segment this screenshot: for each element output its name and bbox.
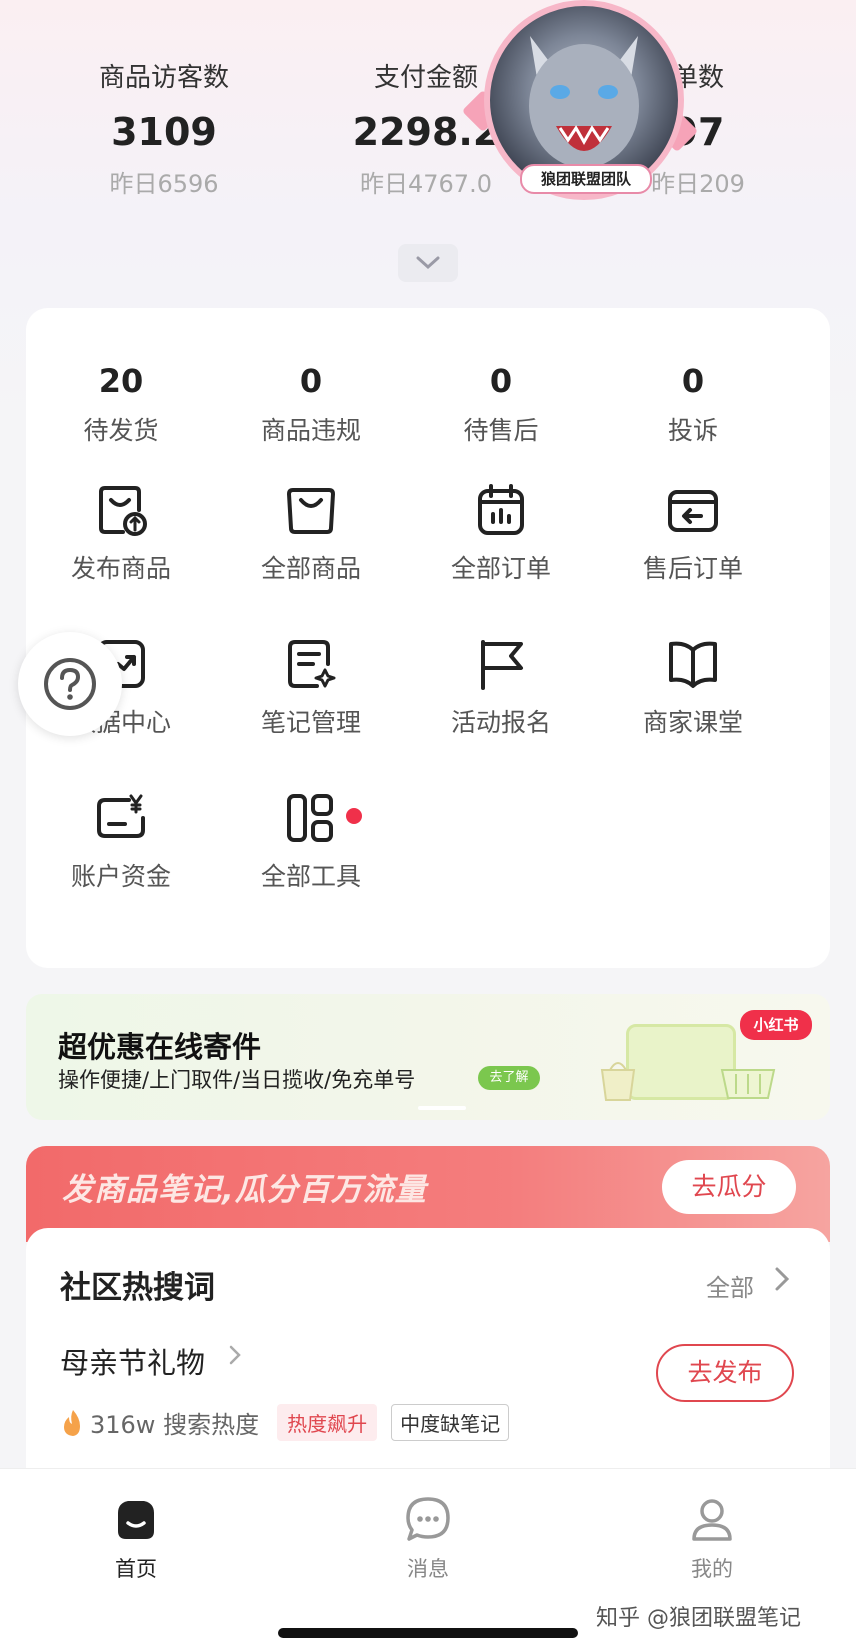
counter-value: 0 <box>681 362 705 400</box>
promo-text: 发商品笔记,瓜分百万流量 <box>62 1172 427 1208</box>
tool-label: 全部订单 <box>450 554 551 583</box>
counter-violations[interactable]: 0 商品违规 <box>216 362 406 448</box>
section-title: 社区热搜词 <box>60 1270 215 1306</box>
wallet-yen-icon <box>97 794 145 838</box>
counter-label: 商品违规 <box>260 416 361 445</box>
stat-prev: 昨日4767.0 <box>360 170 492 198</box>
shipping-ad-banner[interactable]: 超优惠在线寄件 操作便捷/上门取件/当日揽收/免充单号 去了解 小红书 <box>26 994 830 1120</box>
tool-all-tools[interactable]: 全部工具 <box>216 788 406 894</box>
publish-button[interactable]: 去发布 <box>656 1344 794 1402</box>
after-sales-icon <box>668 490 718 532</box>
tool-event-signup[interactable]: 活动报名 <box>406 634 596 740</box>
chevron-right-icon <box>229 1345 241 1365</box>
chevron-right-icon[interactable] <box>774 1266 790 1292</box>
watermark-text: 知乎 @狼团联盟笔记 <box>596 1606 801 1631</box>
counter-label: 待发货 <box>83 416 159 445</box>
message-icon <box>406 1497 450 1541</box>
all-tools-icon <box>287 794 333 842</box>
tool-after-sales-orders[interactable]: 售后订单 <box>598 480 788 586</box>
counter-value: 20 <box>98 362 144 400</box>
tool-publish-product[interactable]: 发布商品 <box>26 480 216 586</box>
counter-label: 待售后 <box>463 416 539 445</box>
counter-pending-shipment[interactable]: 20 待发货 <box>26 362 216 448</box>
bag-illustration <box>600 1062 636 1101</box>
note-gap-tag: 中度缺笔记 <box>391 1404 510 1441</box>
tab-home[interactable]: 首页 <box>66 1495 206 1583</box>
stats-header: 商品访客数 3109 昨日6596 支付金额 2298.2 昨日4767.0 单… <box>0 60 856 230</box>
tool-note-management[interactable]: 笔记管理 <box>216 634 406 740</box>
tab-label: 消息 <box>407 1557 449 1581</box>
tool-merchant-class[interactable]: 商家课堂 <box>598 634 788 740</box>
expand-stats-button[interactable] <box>398 244 458 282</box>
tool-label: 账户资金 <box>70 862 171 891</box>
tab-messages[interactable]: 消息 <box>358 1495 498 1583</box>
tool-label: 全部商品 <box>260 554 361 583</box>
fire-icon <box>64 1409 80 1436</box>
counter-label: 投诉 <box>667 416 718 445</box>
home-indicator <box>278 1628 578 1638</box>
tool-label: 售后订单 <box>642 554 743 583</box>
tool-label: 活动报名 <box>450 708 551 737</box>
home-icon <box>118 1501 154 1539</box>
banner-title: 超优惠在线寄件 <box>58 1030 262 1064</box>
chevron-down-icon <box>416 256 440 270</box>
promo-join-button[interactable]: 去瓜分 <box>662 1160 796 1214</box>
hot-search-section: 社区热搜词 全部 母亲节礼物 316w 搜索热度 热度飙升 中度缺笔记 去发布 <box>26 1228 830 1468</box>
shopping-bag-icon <box>287 488 335 534</box>
keyword-meta: 316w 搜索热度 热度飙升 中度缺笔记 <box>60 1404 510 1441</box>
carousel-indicator <box>418 1106 466 1110</box>
search-heat: 316w 搜索热度 <box>90 1411 260 1439</box>
stat-label: 商品访客数 <box>98 63 229 93</box>
basket-illustration <box>720 1069 776 1099</box>
question-icon <box>44 658 96 710</box>
flag-icon <box>481 640 523 690</box>
view-all-link[interactable]: 全部 <box>706 1268 754 1303</box>
stat-prev: 昨日6596 <box>109 170 219 198</box>
stat-value: 3109 <box>111 110 217 154</box>
publish-product-icon <box>99 486 147 536</box>
tab-profile[interactable]: 我的 <box>642 1495 782 1583</box>
note-edit-icon <box>288 640 336 688</box>
tool-label: 笔记管理 <box>260 708 361 737</box>
tool-label: 发布商品 <box>70 554 171 583</box>
banner-subtitle: 操作便捷/上门取件/当日揽收/免充单号 <box>58 1068 416 1092</box>
counter-value: 0 <box>489 362 513 400</box>
book-icon <box>669 641 717 688</box>
hot-keyword[interactable]: 母亲节礼物 <box>60 1340 205 1382</box>
stat-visitors[interactable]: 商品访客数 3109 昨日6596 <box>44 60 284 200</box>
new-badge-dot <box>346 808 362 824</box>
tab-label: 我的 <box>691 1557 733 1581</box>
counter-complaints[interactable]: 0 投诉 <box>598 362 788 448</box>
counter-value: 0 <box>299 362 323 400</box>
tool-all-orders[interactable]: 全部订单 <box>406 480 596 586</box>
tool-account-funds[interactable]: 账户资金 <box>26 788 216 894</box>
help-float-button[interactable] <box>18 632 122 736</box>
banner-learn-more-button[interactable]: 去了解 <box>478 1066 540 1090</box>
orders-calendar-icon <box>478 484 524 535</box>
xiaohongshu-brand-badge: 小红书 <box>740 1010 812 1040</box>
tool-all-products[interactable]: 全部商品 <box>216 480 406 586</box>
profile-icon <box>692 1499 732 1541</box>
avatar-caption: 狼团联盟团队 <box>520 164 652 194</box>
counter-after-sales[interactable]: 0 待售后 <box>406 362 596 448</box>
tool-label: 商家课堂 <box>642 708 743 737</box>
rising-tag: 热度飙升 <box>277 1404 378 1441</box>
tool-label: 全部工具 <box>260 862 361 891</box>
tab-label: 首页 <box>115 1557 157 1581</box>
shop-dashboard-panel: 20 待发货 0 商品违规 0 待售后 0 投诉 发布商品 全部商品 全部订单 … <box>26 308 830 968</box>
